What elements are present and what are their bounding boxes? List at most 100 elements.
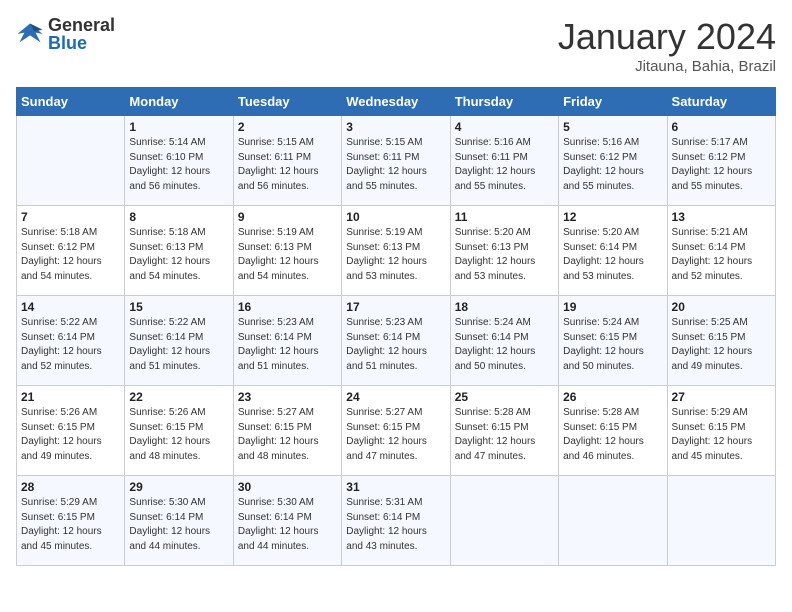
day-number: 29 [129, 480, 228, 494]
calendar-cell: 13 Sunrise: 5:21 AMSunset: 6:14 PMDayligh… [667, 206, 775, 296]
day-info: Sunrise: 5:16 AMSunset: 6:12 PMDaylight:… [563, 136, 662, 194]
day-header-sunday: Sunday [17, 88, 125, 116]
calendar-cell: 29 Sunrise: 5:30 AMSunset: 6:14 PMDayligh… [125, 476, 233, 566]
calendar-cell: 17 Sunrise: 5:23 AMSunset: 6:14 PMDayligh… [342, 296, 450, 386]
day-number: 23 [238, 390, 337, 404]
day-info: Sunrise: 5:21 AMSunset: 6:14 PMDaylight:… [672, 226, 771, 284]
day-info: Sunrise: 5:26 AMSunset: 6:15 PMDaylight:… [129, 406, 228, 464]
day-header-wednesday: Wednesday [342, 88, 450, 116]
logo-bird-icon [16, 20, 44, 48]
calendar-cell [450, 476, 558, 566]
week-row-1: 1 Sunrise: 5:14 AMSunset: 6:10 PMDaylight… [17, 116, 776, 206]
day-info: Sunrise: 5:19 AMSunset: 6:13 PMDaylight:… [238, 226, 337, 284]
day-number: 30 [238, 480, 337, 494]
day-number: 26 [563, 390, 662, 404]
day-info: Sunrise: 5:22 AMSunset: 6:14 PMDaylight:… [129, 316, 228, 374]
day-number: 22 [129, 390, 228, 404]
calendar-cell: 15 Sunrise: 5:22 AMSunset: 6:14 PMDayligh… [125, 296, 233, 386]
calendar-cell: 1 Sunrise: 5:14 AMSunset: 6:10 PMDaylight… [125, 116, 233, 206]
calendar-cell: 22 Sunrise: 5:26 AMSunset: 6:15 PMDayligh… [125, 386, 233, 476]
day-info: Sunrise: 5:23 AMSunset: 6:14 PMDaylight:… [238, 316, 337, 374]
calendar-cell: 11 Sunrise: 5:20 AMSunset: 6:13 PMDayligh… [450, 206, 558, 296]
day-info: Sunrise: 5:24 AMSunset: 6:15 PMDaylight:… [563, 316, 662, 374]
day-info: Sunrise: 5:18 AMSunset: 6:13 PMDaylight:… [129, 226, 228, 284]
day-info: Sunrise: 5:17 AMSunset: 6:12 PMDaylight:… [672, 136, 771, 194]
logo-text: General Blue [48, 16, 115, 52]
calendar-cell: 6Sunrise: 5:17 AMSunset: 6:12 PMDaylight… [667, 116, 775, 206]
day-info: Sunrise: 5:18 AMSunset: 6:12 PMDaylight:… [21, 226, 120, 284]
day-info: Sunrise: 5:27 AMSunset: 6:15 PMDaylight:… [238, 406, 337, 464]
day-header-thursday: Thursday [450, 88, 558, 116]
day-number: 24 [346, 390, 445, 404]
day-info: Sunrise: 5:19 AMSunset: 6:13 PMDaylight:… [346, 226, 445, 284]
day-info: Sunrise: 5:15 AMSunset: 6:11 PMDaylight:… [238, 136, 337, 194]
calendar-cell: 19 Sunrise: 5:24 AMSunset: 6:15 PMDayligh… [559, 296, 667, 386]
day-number: 5 [563, 120, 662, 134]
week-row-4: 21 Sunrise: 5:26 AMSunset: 6:15 PMDayligh… [17, 386, 776, 476]
calendar-cell: 8Sunrise: 5:18 AMSunset: 6:13 PMDaylight… [125, 206, 233, 296]
day-info: Sunrise: 5:15 AMSunset: 6:11 PMDaylight:… [346, 136, 445, 194]
day-info: Sunrise: 5:24 AMSunset: 6:14 PMDaylight:… [455, 316, 554, 374]
day-info: Sunrise: 5:29 AMSunset: 6:15 PMDaylight:… [672, 406, 771, 464]
day-header-monday: Monday [125, 88, 233, 116]
day-number: 17 [346, 300, 445, 314]
day-number: 7 [21, 210, 120, 224]
calendar-cell [17, 116, 125, 206]
calendar-cell: 30Sunrise: 5:30 AMSunset: 6:14 PMDayligh… [233, 476, 341, 566]
day-header-saturday: Saturday [667, 88, 775, 116]
day-number: 9 [238, 210, 337, 224]
calendar-cell [667, 476, 775, 566]
day-number: 2 [238, 120, 337, 134]
calendar-cell [559, 476, 667, 566]
logo: General Blue [16, 16, 115, 52]
day-header-tuesday: Tuesday [233, 88, 341, 116]
calendar-cell: 5 Sunrise: 5:16 AMSunset: 6:12 PMDaylight… [559, 116, 667, 206]
day-header-friday: Friday [559, 88, 667, 116]
calendar-cell: 24Sunrise: 5:27 AMSunset: 6:15 PMDayligh… [342, 386, 450, 476]
day-info: Sunrise: 5:26 AMSunset: 6:15 PMDaylight:… [21, 406, 120, 464]
calendar-cell: 23 Sunrise: 5:27 AMSunset: 6:15 PMDayligh… [233, 386, 341, 476]
day-number: 28 [21, 480, 120, 494]
day-number: 10 [346, 210, 445, 224]
calendar-cell: 20 Sunrise: 5:25 AMSunset: 6:15 PMDayligh… [667, 296, 775, 386]
calendar-table: SundayMondayTuesdayWednesdayThursdayFrid… [16, 87, 776, 566]
calendar-cell: 31Sunrise: 5:31 AMSunset: 6:14 PMDayligh… [342, 476, 450, 566]
calendar-cell: 25Sunrise: 5:28 AMSunset: 6:15 PMDayligh… [450, 386, 558, 476]
day-number: 31 [346, 480, 445, 494]
day-info: Sunrise: 5:29 AMSunset: 6:15 PMDaylight:… [21, 496, 120, 554]
day-number: 27 [672, 390, 771, 404]
day-info: Sunrise: 5:20 AMSunset: 6:14 PMDaylight:… [563, 226, 662, 284]
day-info: Sunrise: 5:20 AMSunset: 6:13 PMDaylight:… [455, 226, 554, 284]
calendar-cell: 9 Sunrise: 5:19 AMSunset: 6:13 PMDaylight… [233, 206, 341, 296]
day-info: Sunrise: 5:25 AMSunset: 6:15 PMDaylight:… [672, 316, 771, 374]
day-number: 1 [129, 120, 228, 134]
day-number: 21 [21, 390, 120, 404]
calendar-cell: 14 Sunrise: 5:22 AMSunset: 6:14 PMDayligh… [17, 296, 125, 386]
day-info: Sunrise: 5:14 AMSunset: 6:10 PMDaylight:… [129, 136, 228, 194]
day-number: 4 [455, 120, 554, 134]
day-number: 3 [346, 120, 445, 134]
day-number: 15 [129, 300, 228, 314]
day-number: 14 [21, 300, 120, 314]
day-number: 20 [672, 300, 771, 314]
day-number: 16 [238, 300, 337, 314]
day-info: Sunrise: 5:30 AMSunset: 6:14 PMDaylight:… [129, 496, 228, 554]
calendar-cell: 27 Sunrise: 5:29 AMSunset: 6:15 PMDayligh… [667, 386, 775, 476]
calendar-cell: 28 Sunrise: 5:29 AMSunset: 6:15 PMDayligh… [17, 476, 125, 566]
day-number: 18 [455, 300, 554, 314]
calendar-cell: 7 Sunrise: 5:18 AMSunset: 6:12 PMDaylight… [17, 206, 125, 296]
day-info: Sunrise: 5:23 AMSunset: 6:14 PMDaylight:… [346, 316, 445, 374]
day-number: 12 [563, 210, 662, 224]
calendar-cell: 12 Sunrise: 5:20 AMSunset: 6:14 PMDayligh… [559, 206, 667, 296]
day-number: 11 [455, 210, 554, 224]
week-row-5: 28 Sunrise: 5:29 AMSunset: 6:15 PMDayligh… [17, 476, 776, 566]
calendar-cell: 26Sunrise: 5:28 AMSunset: 6:15 PMDayligh… [559, 386, 667, 476]
day-info: Sunrise: 5:22 AMSunset: 6:14 PMDaylight:… [21, 316, 120, 374]
calendar-cell: 2 Sunrise: 5:15 AMSunset: 6:11 PMDaylight… [233, 116, 341, 206]
day-number: 19 [563, 300, 662, 314]
week-row-2: 7 Sunrise: 5:18 AMSunset: 6:12 PMDaylight… [17, 206, 776, 296]
title-block: January 2024 Jitauna, Bahia, Brazil [558, 16, 776, 75]
day-number: 13 [672, 210, 771, 224]
calendar-cell: 21 Sunrise: 5:26 AMSunset: 6:15 PMDayligh… [17, 386, 125, 476]
calendar-header-row: SundayMondayTuesdayWednesdayThursdayFrid… [17, 88, 776, 116]
